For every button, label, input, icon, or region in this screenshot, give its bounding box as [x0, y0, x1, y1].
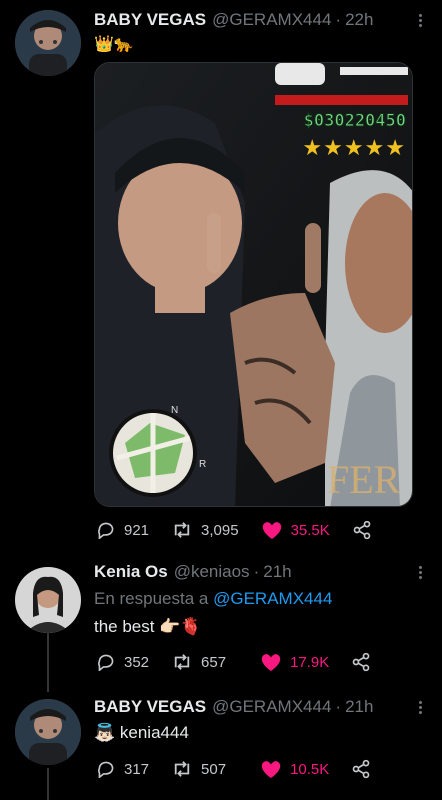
- display-name[interactable]: Kenia Os: [94, 562, 168, 582]
- tweet-actions: 352 657 17.9K: [96, 652, 401, 672]
- tweet-header: Kenia Os @keniaos · 21h: [94, 562, 292, 582]
- svg-text:FER: FER: [327, 457, 401, 502]
- share-button[interactable]: [352, 520, 380, 540]
- separator-dot: ·: [335, 10, 342, 29]
- share-button[interactable]: [351, 759, 379, 779]
- retweet-count: 507: [201, 760, 227, 778]
- svg-text:R: R: [199, 459, 206, 470]
- more-options-icon[interactable]: [419, 564, 422, 581]
- reply-count: 352: [124, 653, 150, 671]
- reply-count: 921: [124, 521, 150, 539]
- retweet-icon: [174, 522, 190, 538]
- hud-wanted-stars: ★★★★★: [302, 135, 406, 160]
- like-button[interactable]: 17.9K: [260, 652, 329, 672]
- more-options-icon[interactable]: [419, 699, 422, 716]
- share-icon: [352, 759, 370, 779]
- timestamp[interactable]: 21h: [263, 562, 291, 582]
- user-handle[interactable]: @GERAMX444: [212, 10, 331, 30]
- retweet-count: 3,095: [201, 521, 239, 539]
- reply-icon: [98, 522, 114, 539]
- more-options-icon[interactable]: [419, 12, 422, 29]
- display-name[interactable]: BABY VEGAS: [94, 10, 206, 30]
- display-name[interactable]: BABY VEGAS: [94, 697, 206, 717]
- separator-dot: ·: [335, 697, 342, 716]
- like-count: 17.9K: [290, 653, 330, 671]
- reply-icon: [98, 761, 114, 778]
- like-count: 35.5K: [290, 521, 330, 539]
- tweet-text: 👼🏻 kenia444: [94, 723, 189, 742]
- tweet-header: BABY VEGAS @GERAMX444 · 22h: [94, 10, 373, 30]
- user-handle[interactable]: @keniaos: [174, 562, 250, 582]
- like-button[interactable]: 10.5K: [260, 759, 329, 779]
- reply-button[interactable]: 317: [96, 760, 149, 778]
- reply-prefix: En respuesta a: [94, 589, 209, 608]
- tweet-text: 👑🐆: [94, 36, 134, 53]
- share-button[interactable]: [351, 652, 379, 672]
- reply-button[interactable]: 921: [96, 521, 149, 539]
- retweet-button[interactable]: 3,095: [171, 521, 239, 539]
- tweet-actions: 921 3,095 35.5K: [96, 520, 402, 540]
- tweet-reply-keniaos[interactable]: Kenia Os @keniaos · 21h En respuesta a @…: [0, 555, 442, 685]
- share-icon: [352, 652, 370, 672]
- like-button[interactable]: 35.5K: [261, 520, 330, 540]
- tweet-main[interactable]: BABY VEGAS @GERAMX444 · 22h 👑🐆 N R FER $…: [0, 0, 442, 555]
- avatar-keniaos[interactable]: [15, 567, 81, 633]
- tweet-image[interactable]: N R FER $030220450 ★★★★★: [94, 62, 413, 507]
- retweet-button[interactable]: 507: [171, 760, 226, 778]
- user-handle[interactable]: @GERAMX444: [212, 697, 331, 717]
- timestamp[interactable]: 22h: [345, 10, 373, 30]
- heart-filled-icon: [261, 654, 281, 672]
- tweet-reply-babyvegas[interactable]: BABY VEGAS @GERAMX444 · 21h 👼🏻 kenia444 …: [0, 685, 442, 800]
- timestamp[interactable]: 21h: [345, 697, 373, 717]
- tweet-text: the best 👉🏻🫀: [94, 617, 202, 636]
- heart-filled-icon: [262, 522, 281, 540]
- svg-text:N: N: [171, 405, 178, 416]
- reply-mention-link[interactable]: @GERAMX444: [213, 589, 332, 608]
- retweet-icon: [174, 654, 190, 670]
- heart-filled-icon: [261, 761, 281, 779]
- tweet-actions: 317 507 10.5K: [96, 759, 401, 779]
- reply-icon: [98, 654, 114, 671]
- retweet-icon: [174, 761, 190, 777]
- reply-count: 317: [124, 760, 150, 778]
- avatar-babyvegas[interactable]: [15, 699, 81, 765]
- tweet-header: BABY VEGAS @GERAMX444 · 21h: [94, 697, 373, 717]
- retweet-count: 657: [201, 653, 227, 671]
- retweet-button[interactable]: 657: [171, 653, 226, 671]
- avatar-babyvegas[interactable]: [15, 10, 81, 76]
- like-count: 10.5K: [290, 760, 330, 778]
- replying-to: En respuesta a @GERAMX444: [94, 589, 332, 609]
- share-icon: [353, 520, 371, 540]
- reply-button[interactable]: 352: [96, 653, 149, 671]
- separator-dot: ·: [253, 562, 260, 581]
- hud-money: $030220450: [303, 111, 406, 132]
